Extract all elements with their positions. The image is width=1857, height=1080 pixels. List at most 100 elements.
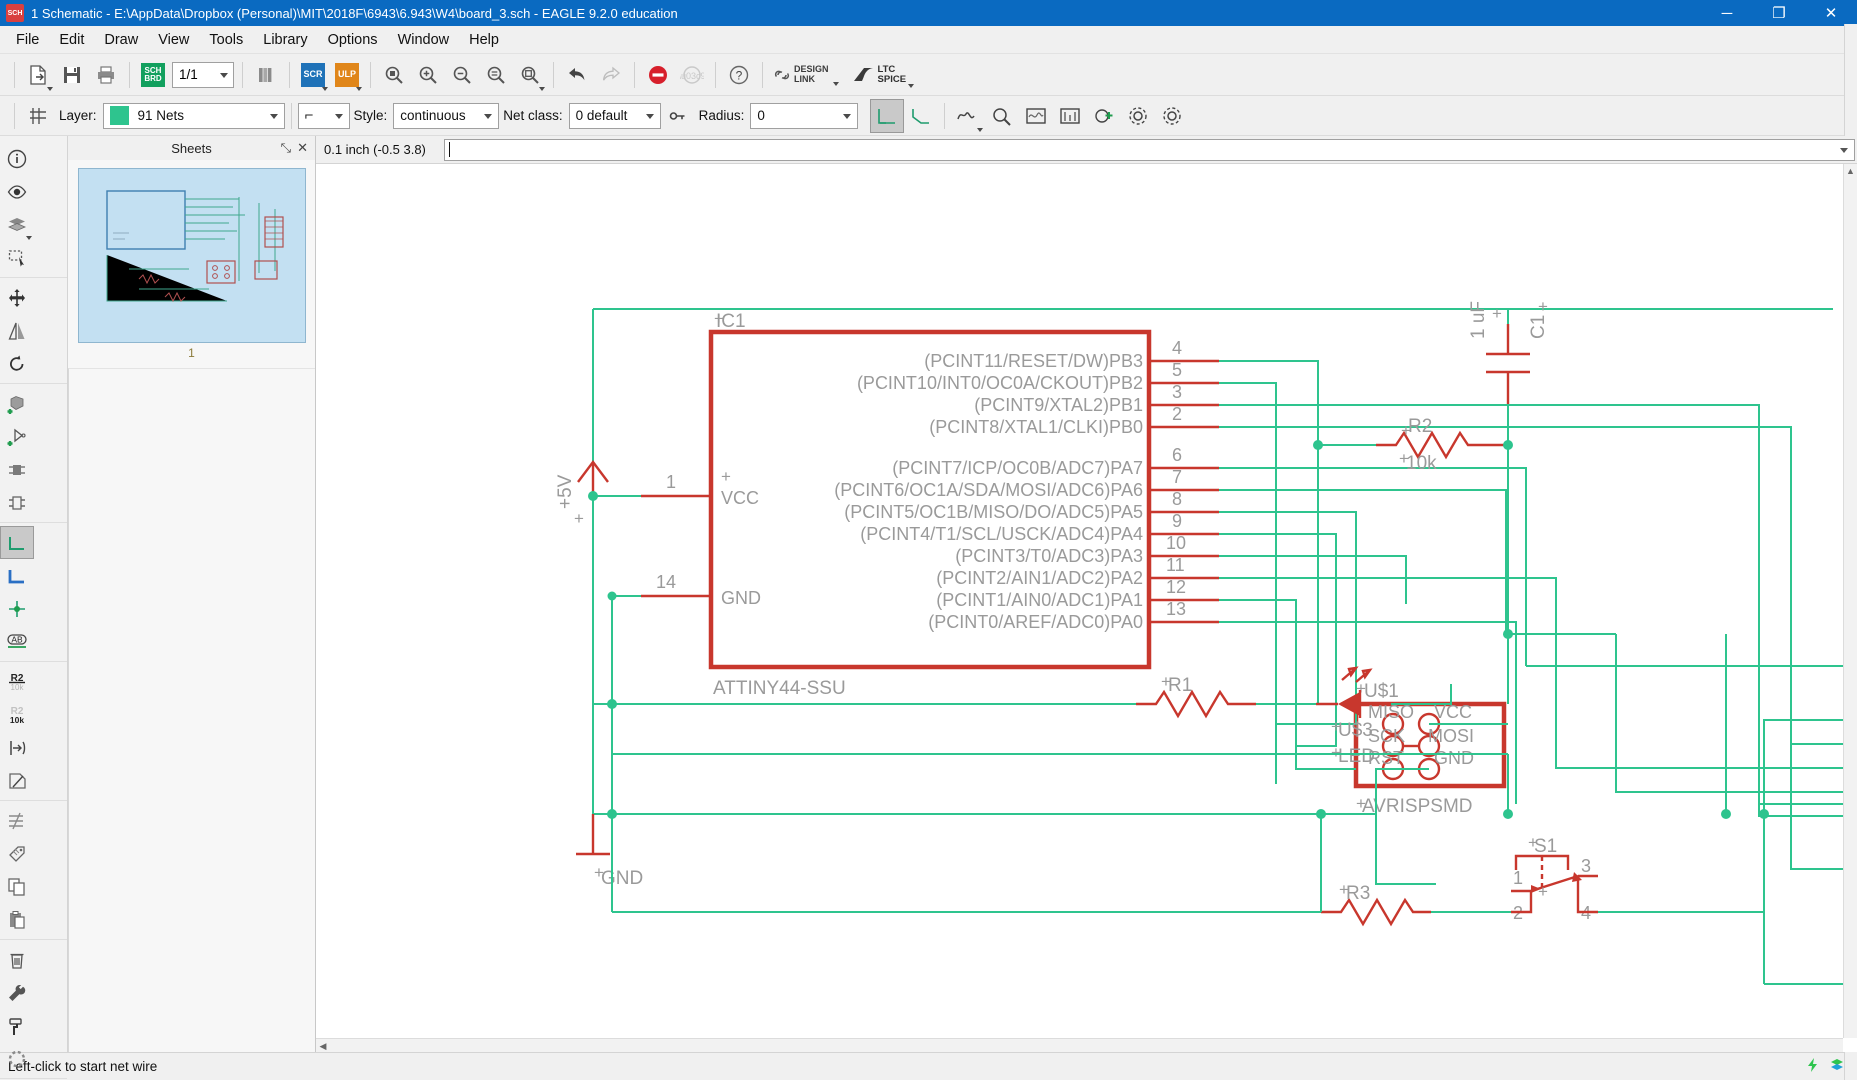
miter-tool-icon[interactable] [0, 764, 34, 797]
sch-brd-switch-icon[interactable]: SCH BRD [136, 58, 170, 92]
menu-draw[interactable]: Draw [94, 28, 148, 52]
menu-options[interactable]: Options [318, 28, 388, 52]
pin-icon[interactable]: ⤡ [281, 140, 291, 156]
rotate-icon[interactable] [0, 347, 34, 380]
scope-icon[interactable] [1019, 99, 1053, 133]
paste-icon[interactable] [0, 903, 34, 936]
net-icon[interactable] [0, 526, 34, 559]
print-icon[interactable] [89, 58, 123, 92]
layer-select[interactable]: 91 Nets [102, 102, 285, 129]
scroll-up-arrow[interactable]: ▲ [1844, 164, 1857, 178]
junction-icon[interactable] [0, 592, 34, 625]
close-icon[interactable]: ✕ [297, 140, 308, 156]
close-button[interactable]: ✕ [1805, 0, 1857, 26]
display-layers-icon[interactable] [0, 208, 34, 241]
chevron-down-icon[interactable] [1840, 147, 1848, 153]
show-icon[interactable] [0, 175, 34, 208]
svg-text:+: + [1492, 304, 1502, 323]
lightning-icon[interactable] [1801, 1057, 1825, 1076]
canvas-vertical-scrollbar[interactable]: ▲ [1843, 164, 1857, 1038]
miter-icon[interactable] [661, 99, 695, 133]
zoom-out-icon[interactable] [445, 58, 479, 92]
add-gate-icon[interactable] [0, 420, 34, 453]
radius-input[interactable]: 0 [750, 102, 859, 129]
copy-icon[interactable] [0, 870, 34, 903]
delete-icon[interactable] [0, 943, 34, 976]
split-icon[interactable] [0, 804, 34, 837]
signal-wave-icon[interactable] [951, 99, 985, 133]
library-icon[interactable] [249, 58, 283, 92]
wire-bend-style-1-icon[interactable] [870, 98, 905, 133]
width-select[interactable]: ⌐ [297, 102, 350, 129]
paint-icon[interactable] [0, 1009, 34, 1042]
replace-icon[interactable] [0, 453, 34, 486]
add-sim-icon[interactable] [1087, 99, 1121, 133]
minimize-button[interactable]: ─ [1701, 0, 1753, 26]
chevron-down-icon[interactable] [843, 113, 852, 119]
move-icon[interactable] [0, 281, 34, 314]
r1-ref: R1 [1168, 675, 1192, 696]
scroll-left-arrow[interactable]: ◀ [316, 1039, 330, 1052]
scale-input[interactable]: 1/1 [172, 61, 234, 88]
menu-view[interactable]: View [148, 28, 199, 52]
chevron-down-icon[interactable] [269, 113, 278, 119]
invoke-icon[interactable] [0, 486, 34, 519]
label-icon[interactable]: AB [0, 625, 34, 658]
simulate-probe-icon[interactable] [985, 99, 1019, 133]
script-icon[interactable]: SCR [296, 58, 330, 92]
menu-tools[interactable]: Tools [199, 28, 253, 52]
menu-edit[interactable]: Edit [49, 28, 94, 52]
menu-window[interactable]: Window [388, 28, 460, 52]
schematic-canvas[interactable]: .pt { stroke:#c8372d; stroke-width:2.4; … [316, 164, 1857, 1052]
group-icon[interactable] [0, 241, 34, 274]
sim-config-icon[interactable] [1155, 99, 1189, 133]
value-icon[interactable]: R2 10k [0, 698, 34, 731]
chevron-down-icon[interactable] [220, 72, 228, 78]
command-input[interactable] [444, 138, 1855, 161]
svg-text:1: 1 [1513, 868, 1523, 888]
zoom-select-icon[interactable] [513, 58, 547, 92]
sheet-thumbnail[interactable] [78, 168, 306, 343]
undo-icon[interactable] [560, 58, 594, 92]
attribute-icon[interactable] [0, 837, 34, 870]
zoom-redraw-icon[interactable] [479, 58, 513, 92]
sheet-thumbnail-container[interactable]: 1 [68, 160, 315, 360]
change-icon[interactable] [0, 976, 34, 1009]
netclass-select[interactable]: 0 default [568, 102, 661, 129]
add-part-icon[interactable] [0, 387, 34, 420]
schematic-drawing[interactable]: .pt { stroke:#c8372d; stroke-width:2.4; … [316, 164, 1846, 1052]
maximize-button[interactable]: ❐ [1753, 0, 1805, 26]
new-file-icon[interactable] [21, 58, 55, 92]
stop-icon[interactable] [641, 58, 675, 92]
chevron-down-icon[interactable] [484, 113, 493, 119]
netclass-label: Net class: [503, 108, 563, 123]
menu-library[interactable]: Library [253, 28, 317, 52]
save-icon[interactable] [55, 58, 89, 92]
zoom-fit-icon[interactable] [377, 58, 411, 92]
menu-help[interactable]: Help [459, 28, 509, 52]
toolbar-separator [289, 61, 290, 88]
style-select[interactable]: continuous [393, 102, 500, 129]
name-icon[interactable]: R2 10k [0, 665, 34, 698]
canvas-horizontal-scrollbar[interactable]: ◀ [316, 1038, 1843, 1052]
zoom-in-icon[interactable] [411, 58, 445, 92]
menu-file[interactable]: File [6, 28, 49, 52]
smash-icon[interactable] [0, 731, 34, 764]
bus-icon[interactable] [0, 559, 34, 592]
svg-text:+: + [1399, 449, 1409, 468]
mirror-icon[interactable] [0, 314, 34, 347]
design-link-icon[interactable]: DESIGN LINK [769, 58, 839, 92]
ic1-pin1-num: 1 [666, 472, 676, 492]
sim-settings-icon[interactable] [1121, 99, 1155, 133]
wire-bend-style-2-icon[interactable] [904, 99, 938, 133]
optimize-icon[interactable] [0, 1042, 34, 1075]
scope2-icon[interactable] [1053, 99, 1087, 133]
chevron-down-icon[interactable] [334, 113, 343, 119]
help-icon[interactable]: ? [722, 58, 756, 92]
ulp-icon[interactable]: ULP [330, 58, 364, 92]
chevron-down-icon[interactable] [645, 113, 654, 119]
toolbar-separator [14, 102, 15, 129]
grid-icon[interactable] [21, 99, 55, 133]
info-icon[interactable] [0, 142, 34, 175]
ltspice-icon[interactable]: LTC SPICE [847, 58, 915, 92]
